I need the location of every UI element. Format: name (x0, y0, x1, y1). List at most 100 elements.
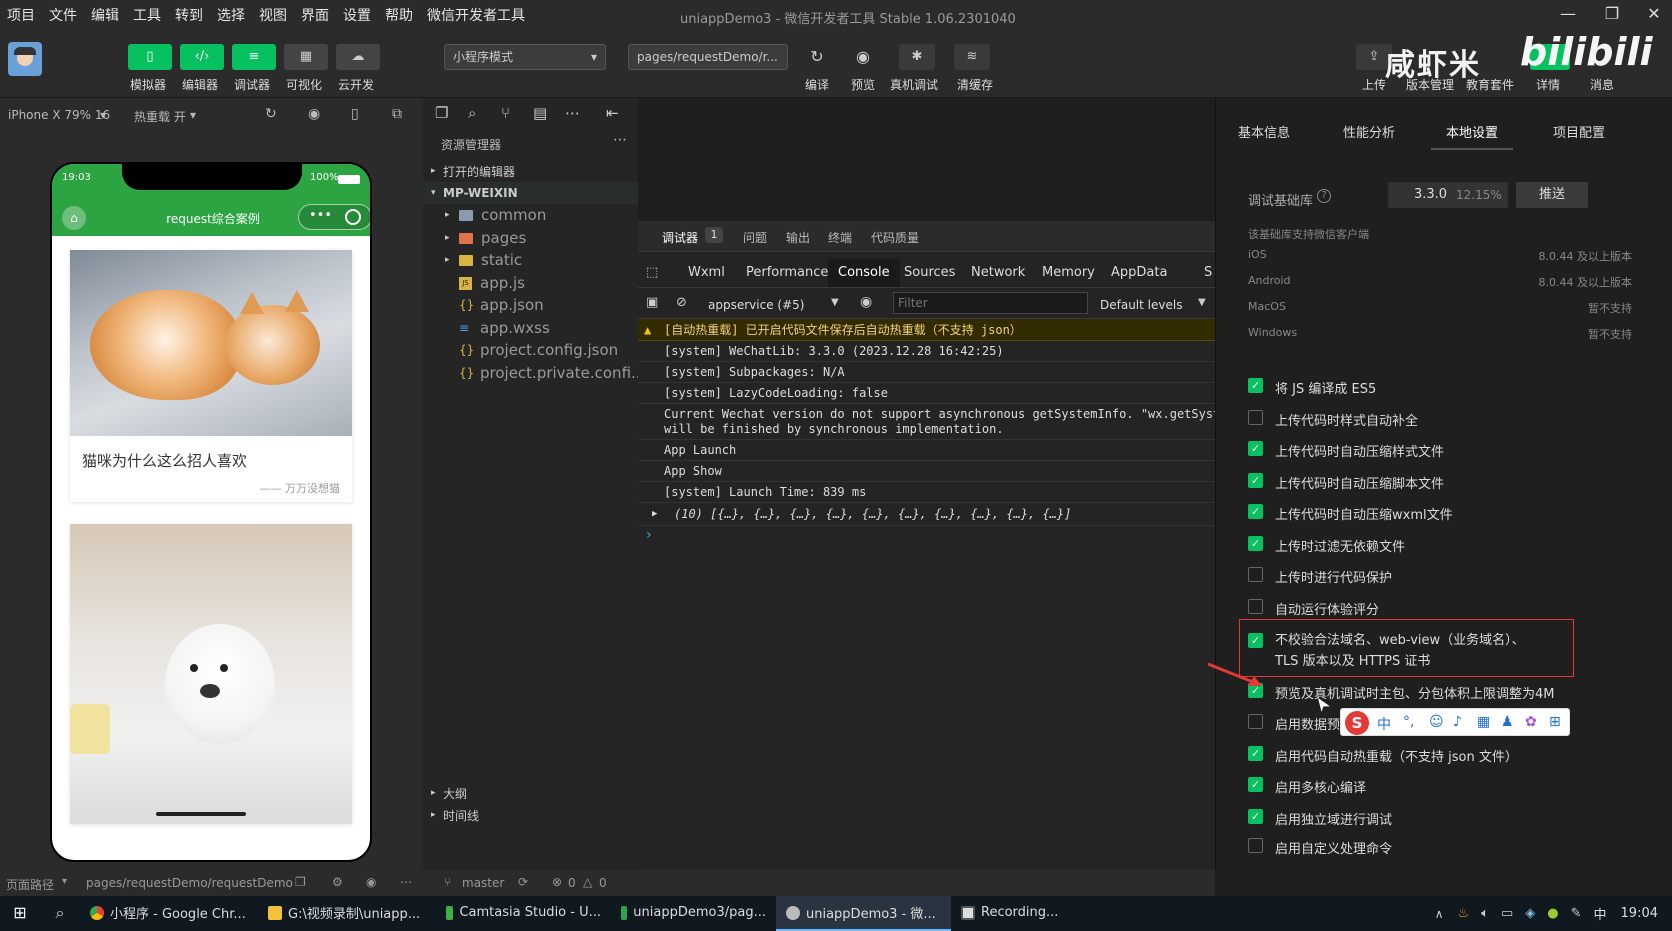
help-icon[interactable]: ? (1317, 189, 1331, 203)
checkbox-unchecked-icon[interactable] (1248, 599, 1263, 614)
option-data-prefetch[interactable]: 启用数据预 (1248, 714, 1340, 733)
ime-mode[interactable]: 中 (1377, 714, 1391, 734)
tab-wxml[interactable]: Wxml (678, 259, 735, 287)
simulator-toggle-button[interactable]: ▯ (128, 44, 172, 70)
layers-icon[interactable]: ≋ (954, 44, 990, 70)
context-select[interactable]: appservice (#5) (708, 298, 804, 312)
tab-appdata[interactable]: AppData (1101, 259, 1177, 287)
task-recording[interactable]: Recording... (951, 896, 1101, 931)
more-icon[interactable]: ⋯ (565, 104, 580, 122)
more-icon[interactable]: ⋯ (400, 875, 412, 889)
checkbox-unchecked-icon[interactable] (1248, 567, 1263, 582)
menu-settings[interactable]: 设置 (336, 5, 378, 25)
tab-problems[interactable]: 问题 (743, 229, 767, 246)
task-wechat-devtools[interactable]: uniappDemo3 - 微... (776, 896, 951, 931)
menu-interface[interactable]: 界面 (294, 5, 336, 25)
tray-icon[interactable]: ◈ (1525, 906, 1535, 921)
option-code-protect[interactable]: 上传时进行代码保护 (1248, 567, 1392, 586)
more-icon[interactable]: ••• (309, 208, 332, 223)
error-count[interactable]: 0 (568, 876, 576, 890)
settings-icon[interactable]: ⚙ (332, 875, 343, 889)
tab-output[interactable]: 输出 (786, 229, 810, 246)
menu-select[interactable]: 选择 (210, 5, 252, 25)
file-project-config[interactable]: {} project.config.json (423, 339, 638, 361)
checkbox-checked-icon[interactable]: ✓ (1248, 504, 1263, 519)
more-icon[interactable]: ⋯ (613, 132, 627, 148)
checkbox-checked-icon[interactable]: ✓ (1248, 746, 1263, 761)
search-icon[interactable]: ⌕ (468, 104, 476, 122)
device-select[interactable]: iPhone X 79% 16 (8, 108, 110, 122)
inspect-icon[interactable]: ⬚ (646, 265, 658, 280)
task-camtasia[interactable]: Camtasia Studio - U... (436, 896, 611, 931)
option-isolated-domain[interactable]: ✓ 启用独立域进行调试 (1248, 809, 1392, 828)
menu-tools[interactable]: 工具 (126, 5, 168, 25)
article-card[interactable]: 猫咪为什么这么招人喜欢 —— 万万没想猫 (70, 250, 352, 502)
option-style-autoprefix[interactable]: 上传代码时样式自动补全 (1248, 410, 1418, 429)
skin-icon[interactable]: ✿ (1525, 714, 1537, 730)
eye-icon[interactable]: ◉ (860, 294, 872, 310)
menu-project[interactable]: 项目 (0, 5, 42, 25)
checkbox-checked-icon[interactable]: ✓ (1248, 441, 1263, 456)
menu-wechat-devtools[interactable]: 微信开发者工具 (420, 5, 532, 25)
tab-code-quality[interactable]: 代码质量 (871, 229, 919, 246)
checkbox-checked-icon[interactable]: ✓ (1248, 473, 1263, 488)
checkbox-unchecked-icon[interactable] (1248, 714, 1263, 729)
push-button[interactable]: 推送 (1516, 182, 1588, 208)
sync-icon[interactable]: ⟳ (518, 875, 528, 889)
timeline-section[interactable]: ▸ 时间线 (423, 804, 638, 826)
tab-basic-info[interactable]: 基本信息 (1238, 122, 1290, 141)
compile-page-select[interactable]: pages/requestDemo/r... (628, 44, 788, 70)
tab-memory[interactable]: Memory (1032, 259, 1105, 287)
open-editors-section[interactable]: ▸ 打开的编辑器 (423, 160, 638, 182)
menu-goto[interactable]: 转到 (168, 5, 210, 25)
option-minify-script[interactable]: ✓ 上传代码时自动压缩脚本文件 (1248, 473, 1444, 492)
apps-icon[interactable]: ⊞ (1549, 714, 1561, 730)
tab-terminal[interactable]: 终端 (828, 229, 852, 246)
dog-card[interactable] (70, 524, 352, 824)
option-minify-style[interactable]: ✓ 上传代码时自动压缩样式文件 (1248, 441, 1444, 460)
tab-performance[interactable]: Performance (736, 259, 838, 287)
git-icon[interactable]: ⑂ (501, 104, 510, 122)
visual-toggle-button[interactable]: ▦ (284, 44, 328, 70)
eye-icon[interactable]: ◉ (846, 44, 880, 70)
clear-console-icon[interactable]: ⊘ (676, 295, 687, 310)
console-array-line[interactable]: ▶ (10) [{…}, {…}, {…}, {…}, {…}, {…}, {…}… (638, 503, 1215, 526)
option-size-limit-4m[interactable]: ✓ 预览及真机调试时主包、分包体积上限调整为4M (1248, 683, 1555, 702)
avatar[interactable] (8, 42, 42, 76)
file-app-json[interactable]: {} app.json (423, 294, 638, 316)
tab-console[interactable]: Console (828, 259, 900, 287)
lib-version-select[interactable]: 3.3.0 12.15% (1388, 182, 1508, 208)
pen-icon[interactable]: ✎ (1571, 906, 1582, 921)
editor-toggle-button[interactable]: ‹/› (180, 44, 224, 70)
file-app-js[interactable]: JS app.js (423, 272, 638, 294)
stop-icon[interactable]: ◉ (308, 106, 320, 122)
keyboard-icon[interactable]: ▦ (1477, 714, 1490, 730)
search-icon[interactable]: ⌕ (40, 896, 80, 931)
option-minify-wxml[interactable]: ✓ 上传代码时自动压缩wxml文件 (1248, 504, 1453, 523)
task-hbuilder[interactable]: uniappDemo3/pag... (611, 896, 776, 931)
warning-count[interactable]: 0 (599, 876, 607, 890)
bug-icon[interactable]: ✱ (899, 44, 935, 70)
menu-file[interactable]: 文件 (42, 5, 84, 25)
menu-capsule[interactable]: ••• (298, 204, 370, 230)
mic-icon[interactable]: ♪ (1453, 714, 1462, 730)
checkbox-checked-icon[interactable]: ✓ (1248, 536, 1263, 551)
checkbox-checked-icon[interactable]: ✓ (1248, 378, 1263, 393)
sidebar-toggle-icon[interactable]: ▣ (646, 295, 658, 310)
tray-app-icon[interactable]: ♨ (1458, 906, 1470, 921)
eye-icon[interactable]: ◉ (366, 875, 376, 889)
project-root[interactable]: ▾ MP-WEIXIN (423, 182, 638, 204)
menu-view[interactable]: 视图 (252, 5, 294, 25)
phone-icon[interactable]: ▯ (351, 106, 359, 122)
chevron-up-icon[interactable]: ∧ (1435, 907, 1444, 921)
checkbox-unchecked-icon[interactable] (1248, 410, 1263, 425)
folder-static[interactable]: ▸ static (423, 249, 638, 271)
task-explorer[interactable]: G:\视频录制\uniapp... (258, 896, 436, 931)
console-prompt[interactable]: › (646, 527, 652, 543)
filter-input[interactable] (893, 292, 1088, 314)
maximize-icon[interactable]: ❐ (1597, 4, 1627, 26)
hot-reload-toggle[interactable]: 热重载 开 (134, 108, 186, 125)
menu-edit[interactable]: 编辑 (84, 5, 126, 25)
tab-performance-analysis[interactable]: 性能分析 (1343, 122, 1395, 141)
mode-select[interactable]: 小程序模式 ▾ (444, 44, 606, 70)
